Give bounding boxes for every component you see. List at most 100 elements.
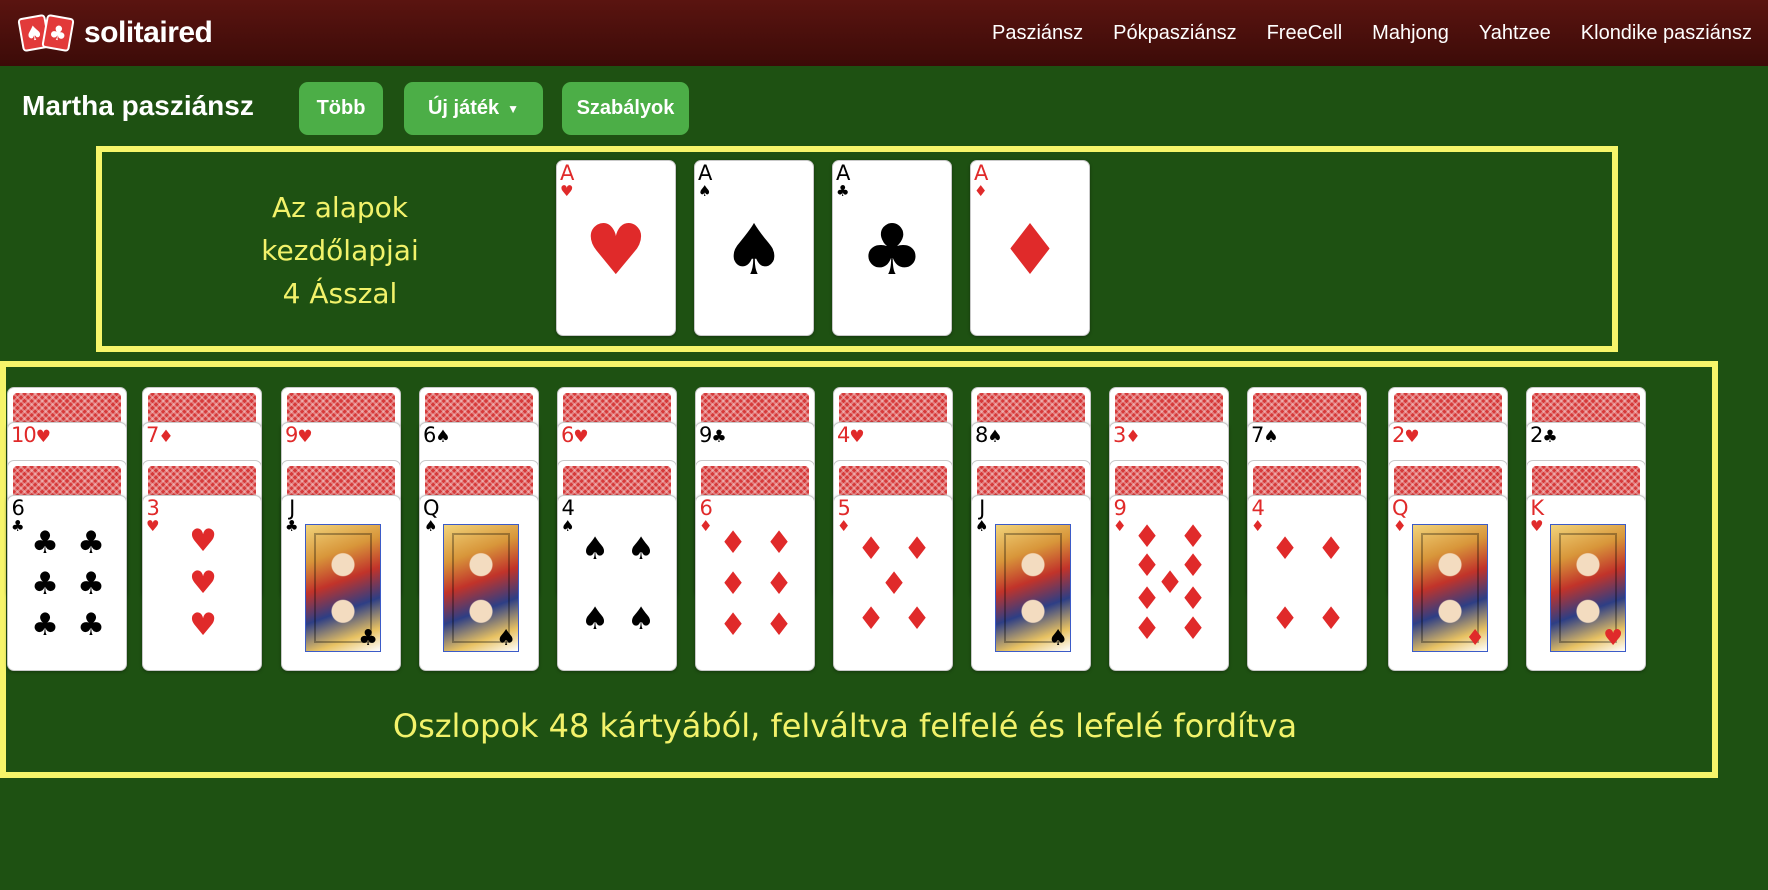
card-rank-label: 7♦ bbox=[146, 423, 174, 447]
foundations-caption-line: kezdőlapjai bbox=[261, 234, 419, 267]
card-rank-label: 6♥ bbox=[561, 423, 589, 447]
nav-item-solitaire[interactable]: Pasziánsz bbox=[992, 22, 1083, 45]
suit-pip-icon: ♦ bbox=[765, 607, 793, 643]
page-title: Martha pasziánsz bbox=[22, 90, 254, 121]
ace-suit-icon: ♥ bbox=[584, 209, 648, 291]
court-card-portrait-icon: ♦ bbox=[1412, 524, 1488, 652]
face-up-card[interactable]: 4 ♦ ♦ ♦ ♦ ♦ bbox=[1247, 495, 1367, 671]
suit-pip-icon: ♦ bbox=[765, 566, 793, 602]
card-rank-label: Q ♠ bbox=[423, 496, 440, 535]
suit-icon: ♠ bbox=[496, 626, 516, 651]
suit-pip-icon: ♦ bbox=[903, 531, 931, 567]
suit-pip-icon: ♣ bbox=[31, 566, 59, 602]
suit-pip-icon: ♠ bbox=[627, 601, 655, 637]
card-rank-label: 3♦ bbox=[1113, 423, 1141, 447]
suit-icon: ♣ bbox=[358, 626, 378, 651]
card-rank-label: 6 ♣ bbox=[11, 496, 25, 535]
suit-pip-icon: ♣ bbox=[77, 607, 105, 643]
logo-text: solitaired bbox=[84, 16, 213, 49]
logo-cards-icon: ♠ ♣ bbox=[17, 13, 76, 53]
more-button-label: Több bbox=[316, 97, 366, 119]
foundation-card[interactable]: A ♠ ♠ bbox=[694, 160, 814, 336]
suit-pip-icon: ♥ bbox=[189, 523, 217, 559]
suit-pip-icon: ♦ bbox=[1271, 601, 1299, 637]
card-rank-label: 5 ♦ bbox=[837, 496, 851, 535]
face-up-card[interactable]: 6 ♦ ♦ ♦ ♦ ♦ ♦ ♦ bbox=[695, 495, 815, 671]
nav-item-freecell[interactable]: FreeCell bbox=[1267, 22, 1343, 45]
card-rank-label: 10♥ bbox=[11, 423, 51, 447]
card-rank-label: A ♠ bbox=[698, 161, 712, 200]
face-up-card[interactable]: J ♠ ♠ bbox=[971, 495, 1091, 671]
card-rank-label: 2♣ bbox=[1530, 423, 1558, 447]
court-card-portrait-icon: ♠ bbox=[995, 524, 1071, 652]
card-rank-label: A ♣ bbox=[836, 161, 850, 200]
face-up-card[interactable]: 4 ♠ ♠ ♠ ♠ ♠ bbox=[557, 495, 677, 671]
face-up-card[interactable]: 6 ♣ ♣ ♣ ♣ ♣ ♣ ♣ bbox=[7, 495, 127, 671]
suit-pip-icon: ♦ bbox=[857, 531, 885, 567]
card-rank-label: K ♥ bbox=[1530, 496, 1544, 535]
card-rank-label: 4 ♦ bbox=[1251, 496, 1265, 535]
face-up-card[interactable]: K ♥ ♥ bbox=[1526, 495, 1646, 671]
face-up-card[interactable]: Q ♦ ♦ bbox=[1388, 495, 1508, 671]
suit-pip-icon: ♦ bbox=[903, 601, 931, 637]
more-button[interactable]: Több bbox=[299, 82, 383, 135]
main-nav: Pasziánsz Pókpasziánsz FreeCell Mahjong … bbox=[992, 0, 1752, 66]
suit-icon: ♠ bbox=[1048, 626, 1068, 651]
card-rank-label: 7♠ bbox=[1251, 423, 1279, 447]
suit-pip-icon: ♥ bbox=[189, 565, 217, 601]
card-rank-label: 4♥ bbox=[837, 423, 865, 447]
card-rank-label: A ♥ bbox=[560, 161, 574, 200]
card-rank-label: 9♥ bbox=[285, 423, 313, 447]
foundation-card[interactable]: A ♦ ♦ bbox=[970, 160, 1090, 336]
suit-pip-icon: ♠ bbox=[581, 601, 609, 637]
court-card-portrait-icon: ♠ bbox=[443, 524, 519, 652]
nav-item-spider[interactable]: Pókpasziánsz bbox=[1113, 22, 1236, 45]
caret-down-icon: ▼ bbox=[507, 101, 520, 116]
nav-item-yahtzee[interactable]: Yahtzee bbox=[1479, 22, 1551, 45]
foundation-card[interactable]: A ♣ ♣ bbox=[832, 160, 952, 336]
court-card-portrait-icon: ♣ bbox=[305, 524, 381, 652]
suit-pip-icon: ♠ bbox=[581, 531, 609, 567]
foundations-caption-line: 4 Ásszal bbox=[282, 277, 398, 310]
columns-caption: Oszlopok 48 kártyából, felváltva felfelé… bbox=[392, 707, 1298, 745]
suit-pip-icon: ♦ bbox=[719, 525, 747, 561]
suit-icon: ♦ bbox=[1465, 626, 1485, 651]
top-navigation-bar: ♠ ♣ solitaired Pasziánsz Pókpasziánsz Fr… bbox=[0, 0, 1768, 66]
card-rank-label: 2♥ bbox=[1392, 423, 1420, 447]
suit-pip-icon: ♣ bbox=[77, 566, 105, 602]
card-rank-label: J ♣ bbox=[285, 496, 299, 535]
new-game-button-label: Új játék bbox=[427, 97, 500, 119]
rules-button[interactable]: Szabályok bbox=[562, 82, 689, 135]
card-rank-label: 9 ♦ bbox=[1113, 496, 1127, 535]
card-rank-label: 6♠ bbox=[423, 423, 451, 447]
card-rank-label: 3 ♥ bbox=[146, 496, 160, 535]
new-game-button[interactable]: Új játék ▼ bbox=[404, 82, 543, 135]
ace-suit-icon: ♠ bbox=[722, 209, 786, 291]
face-up-card[interactable]: J ♣ ♣ bbox=[281, 495, 401, 671]
foundation-card[interactable]: A ♥ ♥ bbox=[556, 160, 676, 336]
suit-pip-icon: ♦ bbox=[1317, 531, 1345, 567]
suit-pip-icon: ♣ bbox=[31, 607, 59, 643]
nav-item-mahjong[interactable]: Mahjong bbox=[1372, 22, 1449, 45]
suit-pip-icon: ♦ bbox=[719, 607, 747, 643]
foundations-caption-line: Az alapok bbox=[272, 191, 408, 224]
suit-pip-icon: ♦ bbox=[1317, 601, 1345, 637]
face-up-card[interactable]: 5 ♦ ♦ ♦ ♦ ♦ ♦ bbox=[833, 495, 953, 671]
card-rank-label: 8♠ bbox=[975, 423, 1003, 447]
solitaired-logo[interactable]: ♠ ♣ solitaired bbox=[17, 13, 213, 53]
suit-pip-icon: ♦ bbox=[1133, 611, 1161, 647]
face-up-card[interactable]: 9 ♦ ♦ ♦ ♦ ♦ ♦ ♦ ♦ ♦ ♦ bbox=[1109, 495, 1229, 671]
suit-pip-icon: ♦ bbox=[1179, 611, 1207, 647]
suit-pip-icon: ♠ bbox=[627, 531, 655, 567]
card-rank-label: 4 ♠ bbox=[561, 496, 575, 535]
face-up-card[interactable]: Q ♠ ♠ bbox=[419, 495, 539, 671]
face-up-card[interactable]: 3 ♥ ♥ ♥ ♥ bbox=[142, 495, 262, 671]
suit-pip-icon: ♦ bbox=[880, 566, 908, 602]
card-rank-label: 9♣ bbox=[699, 423, 727, 447]
card-rank-label: 6 ♦ bbox=[699, 496, 713, 535]
nav-item-klondike[interactable]: Klondike pasziánsz bbox=[1581, 22, 1752, 45]
ace-suit-icon: ♣ bbox=[860, 209, 924, 291]
suit-pip-icon: ♥ bbox=[189, 607, 217, 643]
card-rank-label: A ♦ bbox=[974, 161, 988, 200]
suit-pip-icon: ♦ bbox=[1271, 531, 1299, 567]
